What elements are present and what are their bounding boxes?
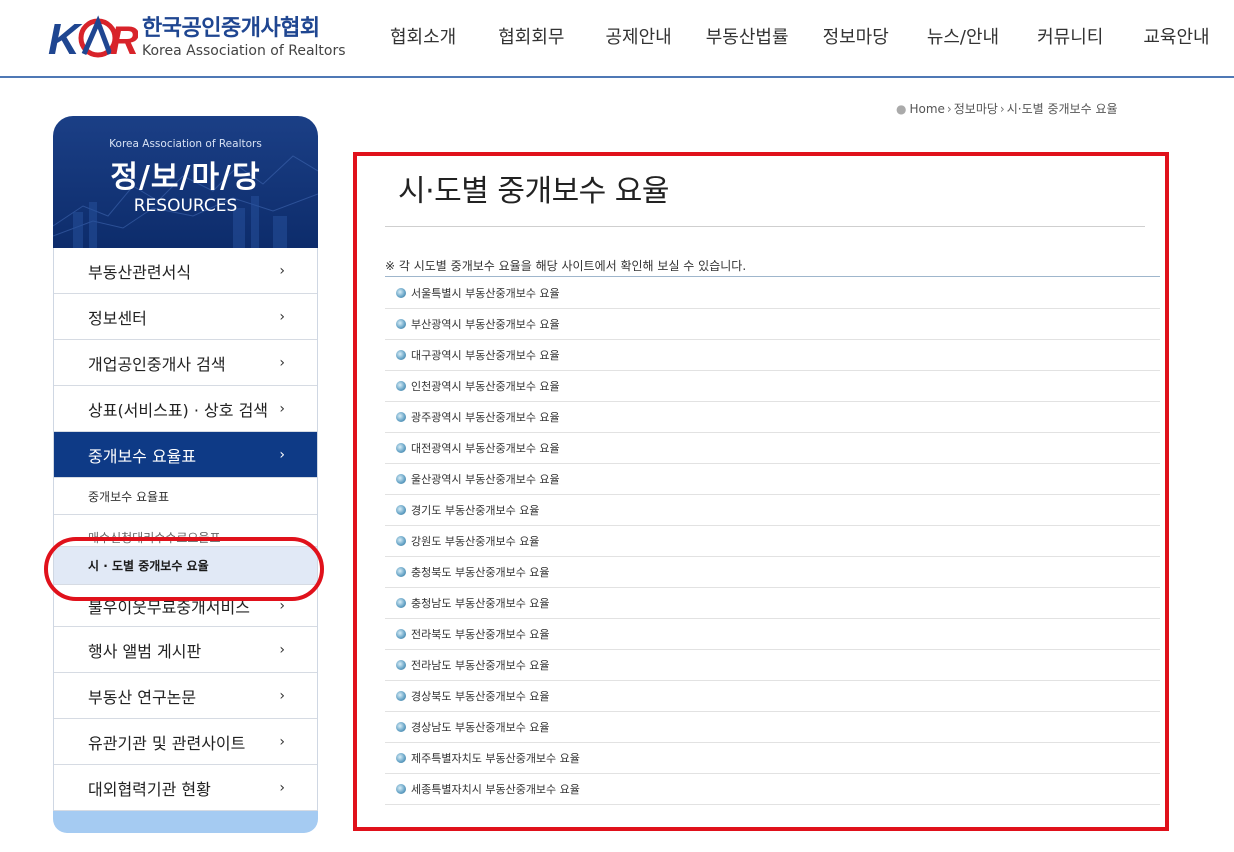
bullet-icon — [396, 567, 406, 577]
sidebar-subitem-regional-fee[interactable]: 시 · 도별 중개보수 요율 — [54, 547, 317, 585]
kar-logo-mark: K R — [48, 10, 139, 66]
title-divider — [385, 226, 1145, 227]
bullet-icon — [396, 381, 406, 391]
sidebar-banner: Korea Association of Realtors 정/보/마/당 RE… — [53, 116, 318, 248]
nav-mutual-aid[interactable]: 공제안내 — [606, 0, 672, 76]
bullet-icon — [396, 753, 406, 763]
bullet-icon — [396, 598, 406, 608]
sidebar-subitem-auction-fee[interactable]: 매수신청대리수수료요율표 — [54, 515, 317, 547]
breadcrumb-dot-icon: ● — [896, 102, 907, 116]
bullet-icon — [396, 660, 406, 670]
sidebar-item-research-papers[interactable]: 부동산 연구논문 › — [54, 673, 317, 719]
banner-title-en: RESOURCES — [133, 196, 238, 216]
breadcrumb-home[interactable]: Home — [909, 102, 944, 116]
link-chungbuk[interactable]: 충청북도 부동산중개보수 요율 — [385, 557, 1160, 588]
nav-community[interactable]: 커뮤니티 — [1037, 0, 1103, 76]
link-jeonbuk[interactable]: 전라북도 부동산중개보수 요율 — [385, 619, 1160, 650]
bullet-icon — [396, 350, 406, 360]
bullet-icon — [396, 784, 406, 794]
link-ulsan[interactable]: 울산광역시 부동산중개보수 요율 — [385, 464, 1160, 495]
breadcrumb-current: 시·도별 중개보수 요율 — [1006, 102, 1118, 116]
sidebar-footer — [53, 811, 318, 833]
sidebar-item-fee-table[interactable]: 중개보수 요율표 › — [54, 432, 317, 478]
org-name-ko: 한국공인중개사협회 — [142, 16, 320, 41]
info-note: ※ 각 시도별 중개보수 요율을 해당 사이트에서 확인해 보실 수 있습니다. — [385, 259, 747, 273]
link-gangwon[interactable]: 강원도 부동산중개보수 요율 — [385, 526, 1160, 557]
chevron-right-icon: › — [279, 308, 285, 325]
breadcrumb: ● Home › 정보마당 › 시·도별 중개보수 요율 — [896, 100, 1118, 117]
sidebar-subitem-fee-table[interactable]: 중개보수 요율표 — [54, 478, 317, 515]
region-link-list: 서울특별시 부동산중개보수 요율 부산광역시 부동산중개보수 요율 대구광역시 … — [385, 278, 1160, 805]
chevron-right-icon: › — [279, 446, 285, 463]
chevron-right-icon: › — [279, 641, 285, 658]
bullet-icon — [396, 474, 406, 484]
chevron-right-icon: › — [279, 354, 285, 371]
link-daegu[interactable]: 대구광역시 부동산중개보수 요율 — [385, 340, 1160, 371]
bullet-icon — [396, 443, 406, 453]
chevron-right-icon: › — [279, 597, 285, 614]
breadcrumb-separator-icon: › — [946, 102, 952, 116]
nav-real-estate-law[interactable]: 부동산법률 — [706, 0, 789, 76]
sidebar-item-free-brokerage[interactable]: 불우이웃무료중개서비스 › — [54, 585, 317, 627]
chevron-right-icon: › — [279, 400, 285, 417]
nav-resources[interactable]: 정보마당 — [823, 0, 889, 76]
sidebar-menu: 부동산관련서식 › 정보센터 › 개업공인중개사 검색 › 상표(서비스표) · 상호… — [53, 248, 318, 811]
chevron-right-icon: › — [279, 687, 285, 704]
chevron-right-icon: › — [279, 733, 285, 750]
chevron-right-icon: › — [279, 262, 285, 279]
link-sejong[interactable]: 세종특별자치시 부동산중개보수 요율 — [385, 774, 1160, 805]
svg-text:K: K — [48, 15, 83, 64]
link-jeonnam[interactable]: 전라남도 부동산중개보수 요율 — [385, 650, 1160, 681]
link-chungnam[interactable]: 충청남도 부동산중개보수 요율 — [385, 588, 1160, 619]
sidebar-item-trademark-search[interactable]: 상표(서비스표) · 상호 검색 › — [54, 386, 317, 432]
link-daejeon[interactable]: 대전광역시 부동산중개보수 요율 — [385, 433, 1160, 464]
sidebar-item-partner-orgs[interactable]: 대외협력기관 현황 › — [54, 765, 317, 811]
link-gyeonggi[interactable]: 경기도 부동산중개보수 요율 — [385, 495, 1160, 526]
main-nav: 협회소개 협회회무 공제안내 부동산법률 정보마당 뉴스/안내 커뮤니티 교육안… — [368, 0, 1210, 76]
bullet-icon — [396, 505, 406, 515]
sidebar-item-broker-search[interactable]: 개업공인중개사 검색 › — [54, 340, 317, 386]
chevron-right-icon: › — [279, 779, 285, 796]
nav-news[interactable]: 뉴스/안내 — [927, 0, 999, 76]
site-logo[interactable]: K R 한국공인중개사협회 Korea Association of Realt… — [48, 8, 346, 68]
breadcrumb-separator-icon: › — [999, 102, 1005, 116]
sidebar-item-photo-album[interactable]: 행사 앨범 게시판 › — [54, 627, 317, 673]
nav-education[interactable]: 교육안내 — [1143, 0, 1209, 76]
bullet-icon — [396, 722, 406, 732]
bullet-icon — [396, 629, 406, 639]
nav-affairs[interactable]: 협회회무 — [498, 0, 564, 76]
link-gwangju[interactable]: 광주광역시 부동산중개보수 요율 — [385, 402, 1160, 433]
link-gyeongnam[interactable]: 경상남도 부동산중개보수 요율 — [385, 712, 1160, 743]
banner-title: 정/보/마/당 — [110, 160, 261, 195]
breadcrumb-section[interactable]: 정보마당 — [954, 102, 998, 116]
sidebar-item-related-sites[interactable]: 유관기관 및 관련사이트 › — [54, 719, 317, 765]
page-title: 시·도별 중개보수 요율 — [398, 174, 670, 209]
link-incheon[interactable]: 인천광역시 부동산중개보수 요율 — [385, 371, 1160, 402]
banner-subtitle: Korea Association of Realtors — [109, 138, 262, 150]
note-divider — [385, 276, 1160, 277]
site-header: K R 한국공인중개사협회 Korea Association of Realt… — [0, 0, 1234, 78]
bullet-icon — [396, 536, 406, 546]
bullet-icon — [396, 691, 406, 701]
bullet-icon — [396, 412, 406, 422]
svg-text:R: R — [110, 19, 138, 63]
link-seoul[interactable]: 서울특별시 부동산중개보수 요율 — [385, 278, 1160, 309]
bullet-icon — [396, 319, 406, 329]
org-name-en: Korea Association of Realtors — [142, 43, 346, 59]
link-busan[interactable]: 부산광역시 부동산중개보수 요율 — [385, 309, 1160, 340]
link-gyeongbuk[interactable]: 경상북도 부동산중개보수 요율 — [385, 681, 1160, 712]
bullet-icon — [396, 288, 406, 298]
nav-about[interactable]: 협회소개 — [390, 0, 456, 76]
sidebar-item-forms[interactable]: 부동산관련서식 › — [54, 248, 317, 294]
sidebar-item-info-center[interactable]: 정보센터 › — [54, 294, 317, 340]
link-jeju[interactable]: 제주특별자치도 부동산중개보수 요율 — [385, 743, 1160, 774]
sidebar: Korea Association of Realtors 정/보/마/당 RE… — [53, 116, 318, 840]
